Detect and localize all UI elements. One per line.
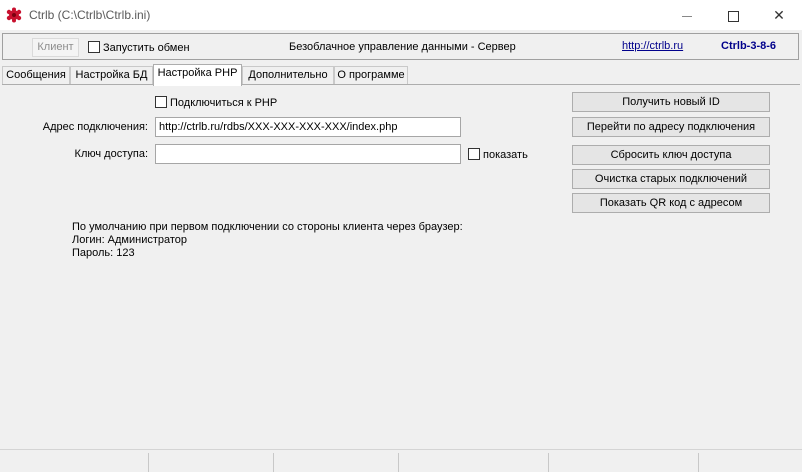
tab-php-settings[interactable]: Настройка PHP [153,64,242,86]
maximize-icon [727,10,739,22]
server-title: Безоблачное управление данными - Сервер [289,41,516,53]
access-key-label: Ключ доступа: [74,148,148,160]
ctrlb-logo-icon [6,7,22,23]
maximize-button[interactable] [710,0,756,30]
start-exchange-label: Запустить обмен [103,42,190,54]
address-label: Адрес подключения: [42,121,148,133]
address-input[interactable]: http://ctrlb.ru/rdbs/XXX-XXX-XXX-XXX/ind… [155,117,461,137]
window-title: Ctrlb (C:\Ctrlb\Ctrlb.ini) [29,8,151,22]
status-separator [548,453,549,472]
status-separator [148,453,149,472]
php-settings-panel: Подключиться к PHP Адрес подключения: ht… [2,84,800,448]
show-key-label: показать [483,149,528,161]
get-new-id-button[interactable]: Получить новый ID [572,92,770,112]
reset-key-button[interactable]: Сбросить ключ доступа [572,145,770,165]
status-separator [698,453,699,472]
connect-php-checkbox[interactable]: Подключиться к PHP [155,96,277,109]
client-button[interactable]: Клиент [32,38,79,57]
tab-about[interactable]: О программе [334,66,408,85]
clean-old-connections-button[interactable]: Очистка старых подключений [572,169,770,189]
close-icon: ✕ [773,7,785,23]
access-key-input[interactable] [155,144,461,164]
close-button[interactable]: ✕ [756,0,802,30]
checkbox-box[interactable] [88,41,100,53]
show-key-checkbox[interactable]: показать [468,148,528,161]
tab-additional[interactable]: Дополнительно [242,66,334,85]
version-label: Ctrlb-3-8-6 [721,40,777,52]
checkbox-box[interactable] [155,96,167,108]
default-login-info: По умолчанию при первом подключении со с… [72,221,463,233]
minimize-icon [682,15,692,17]
status-separator [273,453,274,472]
tab-db-settings[interactable]: Настройка БД [70,66,153,85]
tab-messages[interactable]: Сообщения [2,66,70,85]
toolbar: Клиент Запустить обмен Безоблачное управ… [2,33,799,60]
connect-php-label: Подключиться к PHP [170,97,278,109]
title-bar: Ctrlb (C:\Ctrlb\Ctrlb.ini) ✕ [0,0,802,30]
status-bar [0,449,802,472]
default-password: Пароль: 123 [72,247,135,259]
default-login: Логин: Администратор [72,234,188,246]
minimize-button[interactable] [664,0,710,30]
start-exchange-checkbox[interactable]: Запустить обмен [88,41,190,54]
show-qr-button[interactable]: Показать QR код с адресом [572,193,770,213]
checkbox-box[interactable] [468,148,480,160]
status-separator [398,453,399,472]
site-link[interactable]: http://ctrlb.ru [622,40,683,52]
goto-address-button[interactable]: Перейти по адресу подключения [572,117,770,137]
